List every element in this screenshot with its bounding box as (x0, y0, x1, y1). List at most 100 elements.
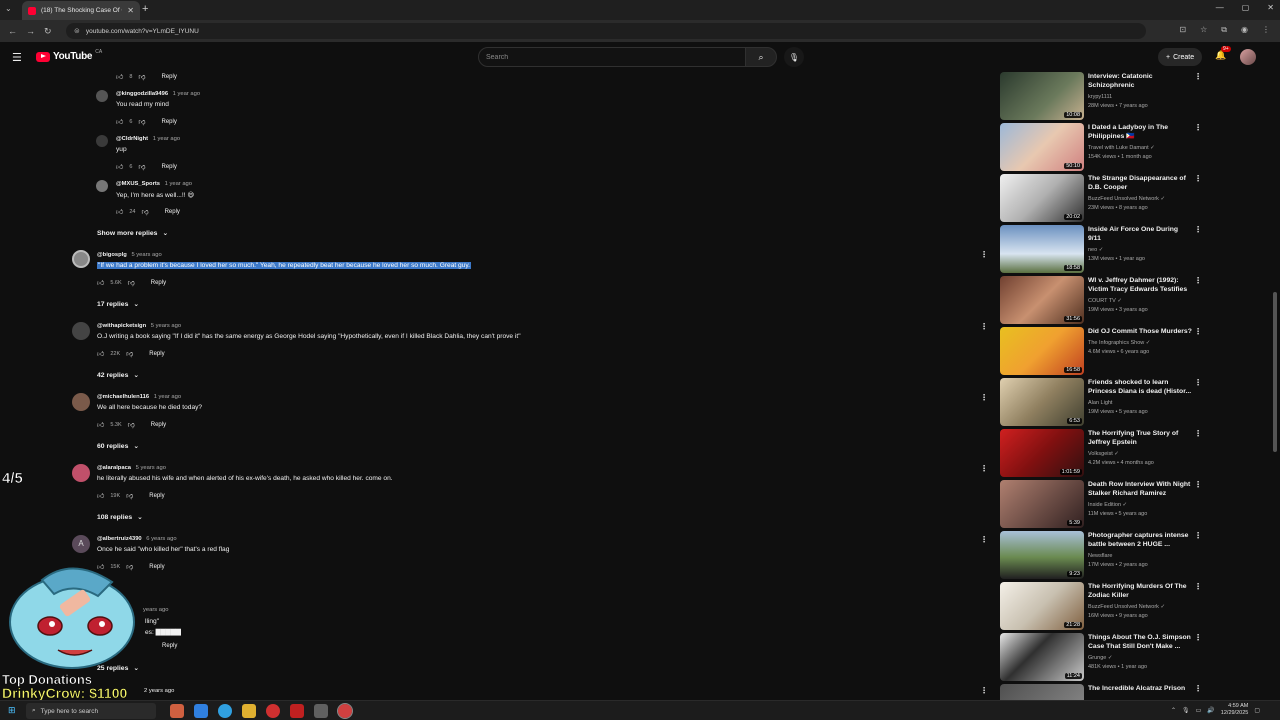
video-channel[interactable]: krypy1111 (1088, 94, 1112, 100)
comment-time[interactable]: 6 years ago (146, 536, 176, 542)
bookmark-star-icon[interactable]: ☆ (1200, 25, 1207, 35)
video-channel[interactable]: Volksgeist ✓ (1088, 451, 1119, 457)
tab-search-icon[interactable]: ⌄ (5, 4, 17, 16)
avatar[interactable] (72, 464, 90, 482)
video-title[interactable]: Inside Air Force One During 9/11 (1088, 225, 1192, 243)
like-icon[interactable]: 👍︎ (97, 349, 104, 358)
video-menu-icon[interactable]: ⋮ (1194, 123, 1202, 132)
recommended-video[interactable]: 20:02 The Strange Disappearance of D.B. … (998, 174, 1208, 225)
recommended-video[interactable]: 31:56 WI v. Jeffrey Dahmer (1992): Victi… (998, 276, 1208, 327)
replies-toggle[interactable]: 108 replies ⌄ (97, 513, 143, 522)
install-app-icon[interactable]: ⊡ (1179, 25, 1186, 35)
video-channel[interactable]: Inside Edition ✓ (1088, 502, 1127, 508)
video-menu-icon[interactable]: ⋮ (1194, 174, 1202, 183)
windows-start-icon[interactable]: ⊞ (8, 706, 17, 715)
like-icon[interactable]: 👍︎ (116, 72, 123, 81)
comment-author[interactable]: @CldrNight (116, 136, 148, 142)
minimize-icon[interactable]: — (1216, 3, 1224, 12)
dislike-icon[interactable]: 👎︎ (138, 162, 145, 171)
video-title[interactable]: Friends shocked to learn Princess Diana … (1088, 378, 1192, 396)
show-more-replies-button[interactable]: Show more replies ⌄ (97, 229, 168, 238)
reply-button[interactable]: Reply (162, 164, 177, 170)
video-channel[interactable]: Alan Light (1088, 400, 1112, 406)
recommended-video[interactable]: 1:01:59 The Horrifying True Story of Jef… (998, 429, 1208, 480)
video-channel[interactable]: The Infographics Show ✓ (1088, 340, 1150, 346)
tab-close-icon[interactable]: ✕ (127, 6, 134, 15)
video-menu-icon[interactable]: ⋮ (1194, 276, 1202, 285)
video-thumbnail[interactable]: 1:01:59 (1000, 429, 1084, 477)
reply-button[interactable]: Reply (151, 280, 166, 286)
dislike-icon[interactable]: 👎︎ (138, 117, 145, 126)
reload-icon[interactable]: ↻ (44, 26, 54, 37)
comment-author[interactable]: @MXUS_Sports (116, 181, 160, 187)
comment-time[interactable]: 1 year ago (153, 136, 180, 142)
avatar[interactable] (96, 135, 108, 147)
dislike-icon[interactable]: 👎︎ (128, 278, 135, 287)
comment-time[interactable]: 5 years ago (131, 252, 161, 258)
tray-chevron-icon[interactable]: ⌃ (1171, 707, 1176, 714)
comment-time[interactable]: 1 year ago (165, 181, 192, 187)
create-button[interactable]: + Create (1158, 48, 1203, 66)
comment-author[interactable]: @kinggodzilla9496 (116, 91, 168, 97)
comment-author[interactable]: @albertruiz4390 (97, 536, 142, 542)
recommended-video[interactable]: 18:58 Inside Air Force One During 9/11 n… (998, 225, 1208, 276)
avatar[interactable] (72, 393, 90, 411)
clock[interactable]: 4:59 AM 12/29/2025 (1221, 703, 1249, 717)
video-menu-icon[interactable]: ⋮ (1194, 684, 1202, 693)
video-menu-icon[interactable]: ⋮ (1194, 378, 1202, 387)
video-title[interactable]: The Incredible Alcatraz Prison (1088, 684, 1192, 693)
reply-button[interactable]: Reply (162, 119, 177, 125)
taskbar-search[interactable]: ⌕ Type here to search (26, 703, 156, 719)
like-icon[interactable]: 👍︎ (116, 162, 123, 171)
youtube-logo[interactable]: YouTube CA (36, 49, 102, 62)
video-channel[interactable]: BuzzFeed Unsolved Network ✓ (1088, 196, 1165, 202)
recommended-video[interactable]: The Incredible Alcatraz Prison ⋮ (998, 684, 1208, 700)
video-title[interactable]: Did OJ Commit Those Murders? (1088, 327, 1192, 336)
network-icon[interactable]: ▭ (1196, 707, 1202, 714)
voice-search-button[interactable]: 🎙 (784, 47, 804, 67)
video-title[interactable]: Photographer captures intense battle bet… (1088, 531, 1192, 549)
video-thumbnail[interactable]: 50:10 (1000, 123, 1084, 171)
replies-toggle[interactable]: 42 replies ⌄ (97, 371, 139, 380)
dislike-icon[interactable]: 👎︎ (126, 491, 133, 500)
video-thumbnail[interactable]: 6:53 (1000, 378, 1084, 426)
edge-icon[interactable] (218, 704, 232, 718)
video-title[interactable]: The Strange Disappearance of D.B. Cooper (1088, 174, 1192, 192)
comment-time[interactable]: 1 year ago (154, 394, 181, 400)
video-channel[interactable]: Newsflare (1088, 553, 1112, 559)
recommended-video[interactable]: 11:24 Things About The O.J. Simpson Case… (998, 633, 1208, 684)
avatar[interactable] (96, 90, 108, 102)
video-thumbnail[interactable]: 11:24 (1000, 633, 1084, 681)
video-channel[interactable]: Grunge ✓ (1088, 655, 1112, 661)
comment-author[interactable]: @michaelhulen116 (97, 394, 149, 400)
like-icon[interactable]: 👍︎ (97, 420, 104, 429)
reply-button[interactable]: Reply (165, 209, 180, 215)
extensions-icon[interactable]: ⧉ (1221, 25, 1227, 35)
recommended-video[interactable]: 6:53 Friends shocked to learn Princess D… (998, 378, 1208, 429)
avatar[interactable] (72, 322, 90, 340)
comment-time[interactable]: 5 years ago (151, 323, 181, 329)
video-thumbnail[interactable]: 5:39 (1000, 480, 1084, 528)
dislike-icon[interactable]: 👎︎ (141, 207, 148, 216)
browser-tab-active[interactable]: (18) The Shocking Case Of O.J. ✕ (22, 1, 140, 20)
account-avatar[interactable] (1240, 49, 1256, 65)
reply-button[interactable]: Reply (149, 493, 164, 499)
video-channel[interactable]: Travel with Luke Damant ✓ (1088, 145, 1155, 151)
avatar[interactable] (72, 250, 90, 268)
video-thumbnail[interactable]: 31:56 (1000, 276, 1084, 324)
comment-time[interactable]: 5 years ago (136, 465, 166, 471)
like-icon[interactable]: 👍︎ (97, 278, 104, 287)
reply-button[interactable]: Reply (162, 74, 177, 80)
forward-icon[interactable]: → (26, 26, 36, 36)
video-title[interactable]: Death Row Interview With Night Stalker R… (1088, 480, 1192, 498)
comment-menu-icon[interactable]: ⋮ (980, 393, 988, 402)
video-thumbnail[interactable]: 20:02 (1000, 174, 1084, 222)
replies-toggle[interactable]: 17 replies ⌄ (97, 300, 139, 309)
search-input[interactable] (479, 48, 745, 66)
video-thumbnail[interactable]: 16:58 (1000, 327, 1084, 375)
new-tab-icon[interactable]: + (142, 3, 148, 15)
video-title[interactable]: Interview: Catatonic Schizophrenic (1088, 72, 1192, 90)
video-menu-icon[interactable]: ⋮ (1194, 531, 1202, 540)
video-channel[interactable]: neo ✓ (1088, 247, 1103, 253)
avatar[interactable] (96, 180, 108, 192)
